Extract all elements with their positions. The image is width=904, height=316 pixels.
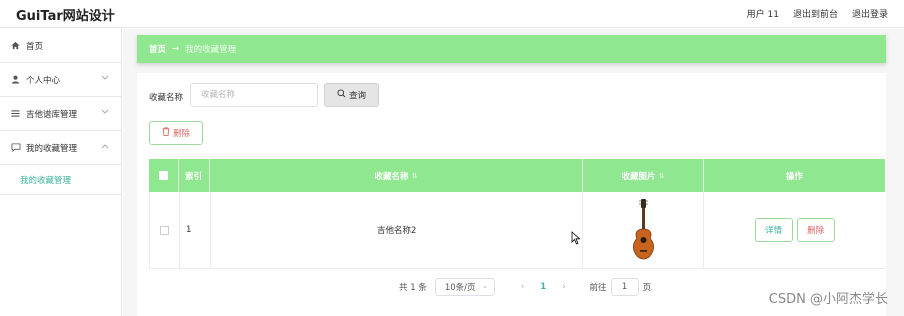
delete-button[interactable]: 删除 <box>796 218 835 242</box>
sidebar-item-label: 首页 <box>26 41 44 52</box>
header-image-label: 收藏图片 <box>621 171 656 182</box>
breadcrumb-separator: → <box>172 44 180 54</box>
page-number[interactable]: 1 <box>540 282 546 292</box>
guitar-image <box>633 199 655 260</box>
chat-icon <box>10 143 21 152</box>
header-actions: 用户 11 退出到前台 退出登录 <box>747 7 888 20</box>
detail-button[interactable]: 详情 <box>754 218 793 242</box>
back-to-frontend-link[interactable]: 退出到前台 <box>793 7 838 20</box>
search-button[interactable]: 查询 <box>324 83 379 107</box>
row-index: 1 <box>180 192 211 268</box>
sort-icon: ⇅ <box>658 171 665 180</box>
user-icon <box>10 75 21 84</box>
watermark: CSDN @小阿杰学长 <box>768 292 888 307</box>
sidebar-subitem-favorites[interactable]: 我的收藏管理 <box>0 165 121 195</box>
sidebar-item-profile[interactable]: 个人中心 <box>0 63 121 97</box>
batch-delete-button[interactable]: 删除 <box>149 121 203 145</box>
row-actions: 详情 删除 <box>704 192 885 268</box>
chevron-down-icon: ⌄ <box>481 282 488 290</box>
chevron-up-icon <box>101 142 109 151</box>
app-title: GuiTar网站设计 <box>16 9 115 24</box>
pagination: 共 1 条 10条/页 ⌄ ‹ 1 › 前往 1 页 <box>399 278 651 296</box>
sidebar-item-home[interactable]: 首页 <box>0 29 121 63</box>
home-icon <box>10 41 21 50</box>
list-icon <box>10 109 21 118</box>
search-label: 收藏名称 <box>149 93 184 103</box>
sidebar-item-favorites[interactable]: 我的收藏管理 <box>0 131 121 165</box>
table-row: 1 吉他名称2 详情 删除 <box>149 192 885 269</box>
trash-icon <box>162 127 170 139</box>
chevron-down-icon <box>101 108 109 117</box>
header-index: 索引 <box>179 159 210 192</box>
main-content: 首页 → 我的收藏管理 收藏名称 查询 删除 索引 收藏 <box>123 29 904 316</box>
search-icon <box>337 89 346 101</box>
breadcrumb-home[interactable]: 首页 <box>149 43 166 55</box>
sidebar-item-label: 个人中心 <box>26 75 61 86</box>
prev-page-button[interactable]: ‹ <box>521 282 524 292</box>
header-checkbox-cell <box>149 159 179 192</box>
row-checkbox-cell <box>150 192 180 268</box>
top-bar: GuiTar网站设计 用户 11 退出到前台 退出登录 <box>0 0 904 28</box>
content-panel: 收藏名称 查询 删除 索引 收藏名称 ⇅ <box>137 73 886 316</box>
goto-page-input[interactable]: 1 <box>610 278 639 296</box>
chevron-down-icon <box>101 74 109 83</box>
row-name: 吉他名称2 <box>211 192 584 268</box>
breadcrumb: 首页 → 我的收藏管理 <box>137 35 886 63</box>
sort-icon: ⇅ <box>411 171 418 180</box>
header-name[interactable]: 收藏名称 ⇅ <box>210 159 583 192</box>
sidebar-item-tabs-library[interactable]: 吉他谱库管理 <box>0 97 121 131</box>
header-name-label: 收藏名称 <box>374 171 409 182</box>
logout-link[interactable]: 退出登录 <box>852 7 888 20</box>
goto-label: 前往 <box>589 283 607 293</box>
sidebar-item-label: 我的收藏管理 <box>26 143 78 154</box>
next-page-button[interactable]: › <box>562 282 565 292</box>
favorites-table: 索引 收藏名称 ⇅ 收藏图片 ⇅ 操作 1 吉他名称2 详情 删除 <box>149 159 885 269</box>
header-image[interactable]: 收藏图片 ⇅ <box>583 159 704 192</box>
sidebar: 首页 个人中心 吉他谱库管理 我的收藏管理 我的收藏管理 <box>0 29 122 316</box>
page-size-select[interactable]: 10条/页 ⌄ <box>434 278 495 296</box>
table-header: 索引 收藏名称 ⇅ 收藏图片 ⇅ 操作 <box>149 159 885 192</box>
mouse-cursor-icon <box>571 231 581 245</box>
user-name: 用户 11 <box>746 10 779 20</box>
search-button-label: 查询 <box>348 91 366 101</box>
page-suffix: 页 <box>642 283 652 293</box>
row-checkbox[interactable] <box>159 225 169 235</box>
pagination-total: 共 1 条 <box>399 283 427 293</box>
breadcrumb-current: 我的收藏管理 <box>185 45 237 55</box>
row-image-cell <box>583 192 705 268</box>
header-actions: 操作 <box>785 171 803 182</box>
sidebar-item-label: 吉他谱库管理 <box>26 109 78 120</box>
search-input[interactable] <box>190 83 318 107</box>
page-size-value: 10条/页 <box>444 283 476 293</box>
select-all-checkbox[interactable] <box>159 171 168 180</box>
batch-delete-label: 删除 <box>172 129 190 139</box>
